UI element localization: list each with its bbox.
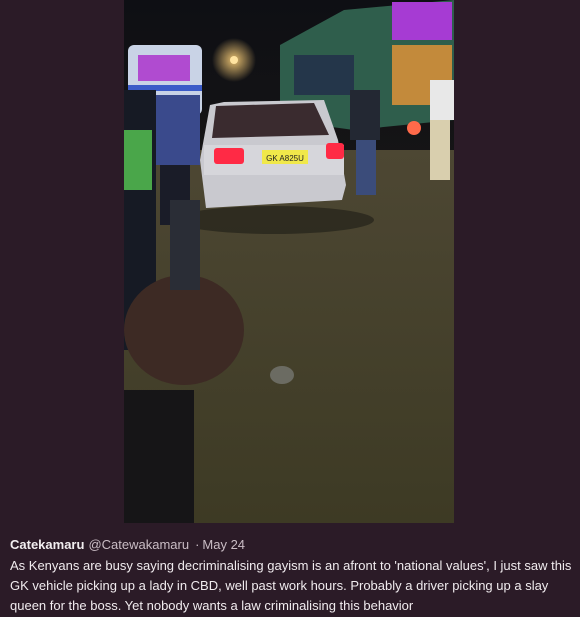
author-handle[interactable]: @Catewakamaru [88, 537, 189, 552]
media-area: GK A825U [0, 0, 580, 523]
street-night-photo: GK A825U [124, 0, 454, 523]
tweet-text: As Kenyans are busy saying decriminalisi… [10, 558, 572, 613]
tweet-photo[interactable]: GK A825U [124, 0, 454, 523]
tweet-date[interactable]: May 24 [202, 537, 245, 552]
tweet-card: Catekamaru @Catewakamaru · May 24 As Kenyan… [0, 523, 580, 617]
author-name[interactable]: Catekamaru [10, 537, 84, 552]
separator-dot: · [195, 537, 200, 552]
tweet-header: Catekamaru @Catewakamaru · May 24 [10, 537, 245, 553]
license-plate: GK A825U [266, 154, 304, 163]
